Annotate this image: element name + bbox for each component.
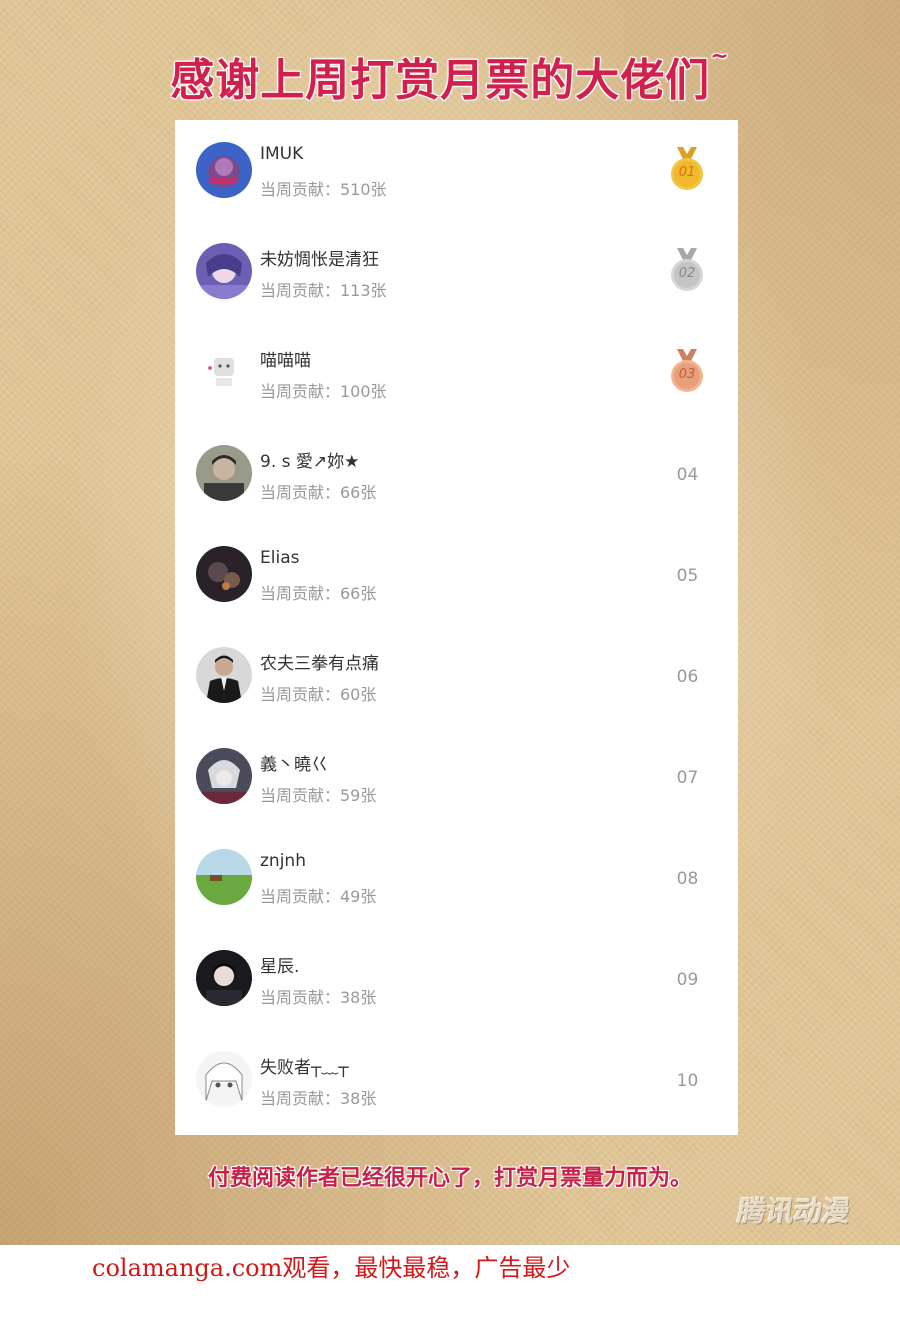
rank-number: 07: [676, 768, 699, 788]
user-name: 喵喵喵: [260, 351, 311, 371]
leaderboard-row[interactable]: 失败者┬﹏┬ 当周贡献：38张 10: [175, 1029, 738, 1130]
rank-number: 06: [676, 667, 699, 687]
leaderboard-row[interactable]: 喵喵喵 当周贡献：100张 03: [175, 322, 738, 423]
title-text: 感谢上周打赏月票的大佬们: [170, 55, 711, 106]
user-name: Elias: [260, 548, 300, 568]
contribution-text: 当周贡献：113张: [260, 281, 387, 300]
user-name: 星辰.: [260, 957, 300, 977]
leaderboard-row[interactable]: 義丶曉巜 当周贡献：59张 07: [175, 726, 738, 827]
rank-number: 09: [676, 970, 699, 990]
rank-number: 03: [678, 367, 696, 382]
bronze-medal-icon: 03: [668, 347, 706, 395]
brand-logo: 腾讯动漫: [735, 1195, 853, 1228]
page-title: 感谢上周打赏月票的大佬们~: [0, 44, 900, 108]
leaderboard-row[interactable]: 农夫三拳有点痛 当周贡献：60张 06: [175, 625, 738, 726]
silver-medal-icon: 02: [668, 246, 706, 294]
user-name: 农夫三拳有点痛: [260, 654, 379, 674]
contribution-text: 当周贡献：66张: [260, 483, 377, 502]
source-watermark: colamanga.com观看，最快最稳，广告最少: [92, 1254, 571, 1282]
leaderboard-row[interactable]: Elias 当周贡献：66张 05: [175, 524, 738, 625]
user-name: znjnh: [260, 851, 306, 871]
leaderboard-row[interactable]: 未妨惆怅是清狂 当周贡献：113张 02: [175, 221, 738, 322]
leaderboard-row[interactable]: znjnh 当周贡献：49张 08: [175, 827, 738, 928]
rank-number: 10: [676, 1071, 699, 1091]
user-name: IMUK: [260, 144, 304, 164]
contribution-text: 当周贡献：38张: [260, 1089, 377, 1108]
rank-number: 01: [678, 165, 696, 180]
rank-number: 04: [676, 465, 699, 485]
user-name: 義丶曉巜: [260, 755, 328, 775]
contribution-text: 当周贡献：510张: [260, 180, 387, 199]
contribution-text: 当周贡献：59张: [260, 786, 377, 805]
avatar[interactable]: [196, 748, 252, 804]
contribution-text: 当周贡献：49张: [260, 887, 377, 906]
rank-number: 02: [678, 266, 696, 281]
contribution-text: 当周贡献：66张: [260, 584, 377, 603]
contribution-text: 当周贡献：38张: [260, 988, 377, 1007]
leaderboard-row[interactable]: 9. s 愛↗妳★ 当周贡献：66张 04: [175, 423, 738, 524]
avatar[interactable]: [196, 344, 252, 400]
leaderboard-card: IMUK 当周贡献：510张 01 未妨惆怅是清狂 当周贡献：113张 02 喵…: [175, 120, 738, 1135]
avatar[interactable]: [196, 445, 252, 501]
user-name: 未妨惆怅是清狂: [260, 250, 379, 270]
leaderboard-row[interactable]: IMUK 当周贡献：510张 01: [175, 120, 738, 221]
user-name: 9. s 愛↗妳★: [260, 452, 360, 472]
avatar[interactable]: [196, 546, 252, 602]
leaderboard-row[interactable]: 星辰. 当周贡献：38张 09: [175, 928, 738, 1029]
avatar[interactable]: [196, 647, 252, 703]
avatar[interactable]: [196, 849, 252, 905]
rank-number: 08: [676, 869, 699, 889]
avatar[interactable]: [196, 142, 252, 198]
title-suffix: ~: [710, 44, 730, 69]
avatar[interactable]: [196, 1051, 252, 1107]
contribution-text: 当周贡献：100张: [260, 382, 387, 401]
avatar[interactable]: [196, 950, 252, 1006]
gold-medal-icon: 01: [668, 145, 706, 193]
contribution-text: 当周贡献：60张: [260, 685, 377, 704]
avatar[interactable]: [196, 243, 252, 299]
user-name: 失败者┬﹏┬: [260, 1058, 349, 1078]
rank-number: 05: [676, 566, 699, 586]
footer-note: 付费阅读作者已经很开心了，打赏月票量力而为。: [207, 1166, 692, 1191]
